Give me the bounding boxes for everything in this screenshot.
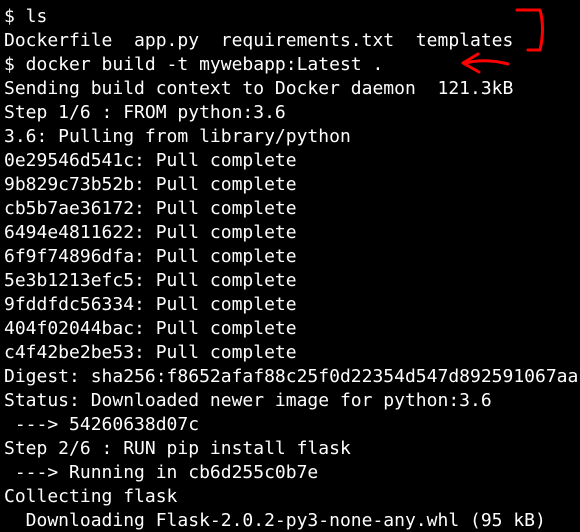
step-2-line: Step 2/6 : RUN pip install flask	[4, 438, 351, 459]
prompt-ls: $ ls	[4, 6, 48, 27]
layer-pull-line: c4f42be2be53: Pull complete	[4, 342, 297, 363]
layer-pull-line: 404f02044bac: Pull complete	[4, 318, 297, 339]
bracket-mark	[515, 8, 544, 52]
running-in-line: ---> Running in cb6d255c0b7e	[4, 462, 319, 483]
build-context-line: Sending build context to Docker daemon 1…	[4, 78, 514, 99]
layer-pull-line: 5e3b1213efc5: Pull complete	[4, 270, 297, 291]
pulling-line: 3.6: Pulling from library/python	[4, 126, 351, 147]
left-arrow-mark	[461, 52, 481, 74]
terminal-window[interactable]: $ ls Dockerfile app.py requirements.txt …	[0, 0, 580, 532]
digest-line: Digest: sha256:f8652afaf88c25f0d22354d54…	[4, 366, 579, 387]
step-1-line: Step 1/6 : FROM python:3.6	[4, 102, 286, 123]
downloading-line: Downloading Flask-2.0.2-py3-none-any.whl…	[4, 510, 546, 531]
layer-pull-line: 9fddfdc56334: Pull complete	[4, 294, 297, 315]
status-line: Status: Downloaded newer image for pytho…	[4, 390, 492, 411]
layer-pull-line: cb5b7ae36172: Pull complete	[4, 198, 297, 219]
collecting-line: Collecting flask	[4, 486, 178, 507]
layer-pull-line: 0e29546d541c: Pull complete	[4, 150, 297, 171]
layer-pull-line: 6494e4811622: Pull complete	[4, 222, 297, 243]
left-arrow-mark	[463, 59, 510, 66]
image-id-line: ---> 54260638d07c	[4, 414, 200, 435]
ls-output: Dockerfile app.py requirements.txt templ…	[4, 30, 514, 51]
layer-pull-line: 9b829c73b52b: Pull complete	[4, 174, 297, 195]
layer-pull-line: 6f9f74896dfa: Pull complete	[4, 246, 297, 267]
prompt-docker-build: $ docker build -t mywebapp:Latest .	[4, 54, 384, 75]
